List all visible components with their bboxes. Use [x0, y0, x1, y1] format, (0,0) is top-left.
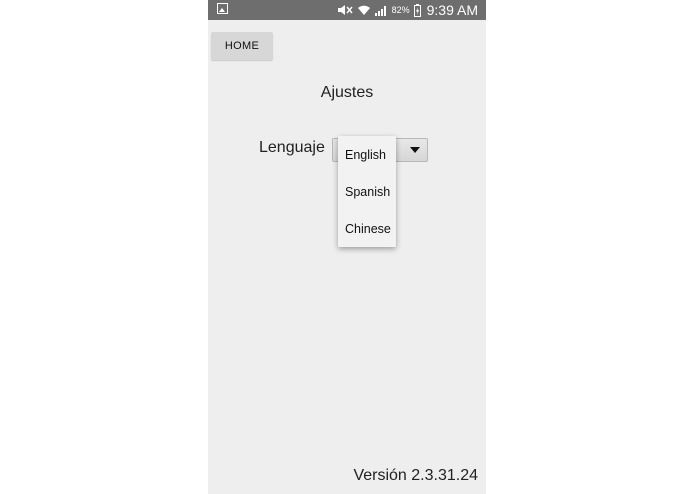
language-label: Lenguaje	[259, 139, 325, 156]
language-option-spanish[interactable]: Spanish	[338, 174, 396, 211]
battery-percent: 82%	[391, 5, 410, 15]
battery-icon	[413, 3, 421, 17]
language-dropdown: English Spanish Chinese	[338, 136, 396, 247]
mute-icon	[337, 5, 353, 15]
app-screen: 82% 9:39 AM HOME Ajustes Lenguaje Englis…	[208, 0, 486, 494]
gallery-icon	[217, 3, 228, 14]
page-title: Ajustes	[320, 84, 374, 101]
language-option-english[interactable]: English	[338, 137, 396, 174]
wifi-icon	[357, 5, 370, 15]
status-bar: 82% 9:39 AM	[208, 0, 486, 20]
dropdown-arrow-icon	[410, 147, 420, 153]
signal-icon	[374, 6, 386, 16]
language-option-chinese[interactable]: Chinese	[338, 211, 396, 248]
status-time: 9:39 AM	[426, 2, 478, 18]
home-button[interactable]: HOME	[211, 32, 273, 60]
version-label: Versión 2.3.31.24	[353, 467, 478, 484]
status-icons: 82% 9:39 AM	[337, 1, 478, 19]
